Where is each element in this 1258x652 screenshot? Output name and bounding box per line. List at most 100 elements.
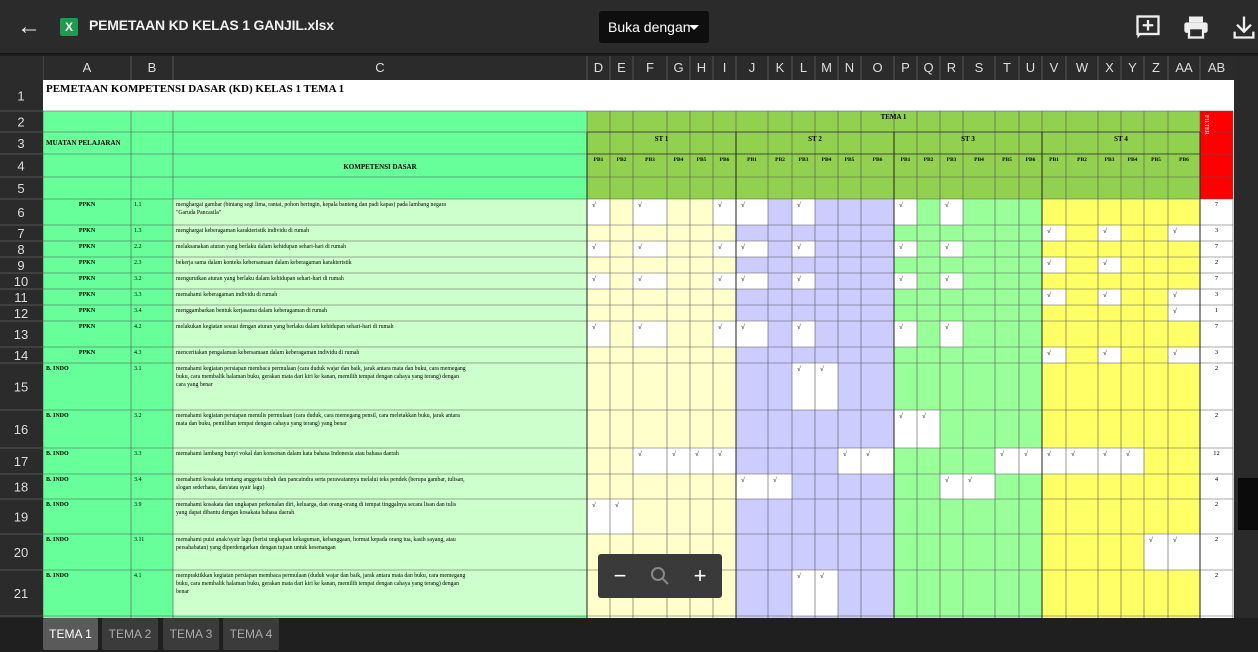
st-header: ST 1 bbox=[655, 135, 669, 143]
pb-cell bbox=[587, 321, 610, 347]
pb-cell bbox=[861, 225, 894, 241]
pb-cell bbox=[995, 347, 1019, 363]
pb-cell bbox=[1098, 289, 1121, 305]
pb-cell bbox=[894, 289, 917, 305]
pb-cell bbox=[815, 289, 838, 305]
pb-cell bbox=[1121, 363, 1144, 410]
pb-cell bbox=[667, 448, 690, 474]
filter-total: 2 bbox=[1215, 501, 1218, 508]
pb-cell bbox=[1066, 241, 1098, 257]
pb-cell bbox=[894, 241, 917, 257]
tab-tema-2[interactable]: TEMA 2 bbox=[102, 618, 158, 650]
pb-header: PB5 bbox=[845, 157, 855, 163]
kd-description: memahami lambang bunyi vokal dan konsona… bbox=[176, 451, 399, 457]
download-icon[interactable] bbox=[1230, 13, 1258, 41]
pb-cell bbox=[1019, 289, 1042, 305]
pb-cell bbox=[940, 534, 963, 570]
pb-cell bbox=[610, 347, 633, 363]
check-mark: √ bbox=[741, 476, 745, 484]
kd-number: 4.1 bbox=[134, 573, 142, 579]
pb-cell bbox=[940, 363, 963, 410]
kd-number: 3.1 bbox=[134, 366, 142, 372]
row-header-16: 16 bbox=[14, 422, 28, 437]
pb-cell bbox=[917, 305, 940, 321]
pb-cell bbox=[792, 570, 815, 616]
pb-cell bbox=[633, 474, 667, 499]
pb-cell bbox=[838, 289, 861, 305]
check-mark: √ bbox=[797, 323, 801, 331]
pb-cell bbox=[736, 289, 768, 305]
zoom-in-button[interactable]: + bbox=[680, 554, 720, 598]
zoom-out-button[interactable]: − bbox=[600, 554, 640, 598]
back-arrow-icon[interactable]: ← bbox=[14, 13, 44, 41]
pb-cell bbox=[1019, 499, 1042, 534]
spreadsheet-viewer[interactable]: A B C D E F G H I J K L M N O P Q R S T U V W X Y Z AA AB 1 2 3 4 5 6 7 8 9 1… bbox=[0, 56, 1258, 618]
pb-cell bbox=[917, 273, 940, 289]
print-icon[interactable] bbox=[1182, 13, 1210, 41]
pb-cell bbox=[792, 199, 815, 225]
pb-cell bbox=[1121, 347, 1144, 363]
pb-cell bbox=[633, 499, 667, 534]
pb-cell bbox=[768, 241, 792, 257]
check-mark: √ bbox=[1047, 450, 1051, 458]
pb-cell bbox=[768, 289, 792, 305]
tab-tema-1[interactable]: TEMA 1 bbox=[43, 618, 98, 650]
pb-cell bbox=[838, 347, 861, 363]
tab-tema-3[interactable]: TEMA 3 bbox=[163, 618, 219, 650]
pb-cell bbox=[995, 273, 1019, 289]
add-comment-icon[interactable] bbox=[1134, 13, 1162, 41]
kd-number: 3.3 bbox=[134, 451, 142, 457]
pb-cell bbox=[861, 363, 894, 410]
pb-cell bbox=[1121, 289, 1144, 305]
pb-cell bbox=[995, 305, 1019, 321]
pb-cell bbox=[1042, 241, 1066, 257]
muatan-pelajaran: PPKN bbox=[79, 244, 96, 250]
pb-cell bbox=[1144, 499, 1168, 534]
pb-header: PB5 bbox=[697, 157, 707, 163]
column-header-J: J bbox=[749, 60, 756, 75]
pb-cell bbox=[1042, 289, 1066, 305]
pb-cell bbox=[1121, 225, 1144, 241]
open-with-button[interactable]: Buka dengan bbox=[599, 11, 709, 43]
pb-cell bbox=[768, 474, 792, 499]
pb-cell bbox=[1098, 257, 1121, 273]
pb-cell bbox=[894, 321, 917, 347]
tab-tema-4[interactable]: TEMA 4 bbox=[223, 618, 279, 650]
pb-cell bbox=[736, 534, 768, 570]
pb-cell bbox=[713, 257, 736, 273]
pb-cell bbox=[1019, 347, 1042, 363]
pb-cell bbox=[917, 347, 940, 363]
pb-cell bbox=[1042, 305, 1066, 321]
pb-cell bbox=[610, 448, 633, 474]
pb-cell bbox=[587, 410, 610, 448]
pb-cell bbox=[894, 225, 917, 241]
pb-cell bbox=[1168, 273, 1200, 289]
header-block bbox=[43, 111, 587, 177]
pb-cell bbox=[690, 305, 713, 321]
pb-cell bbox=[1066, 305, 1098, 321]
pb-cell bbox=[815, 305, 838, 321]
check-mark: √ bbox=[945, 201, 949, 209]
column-header-Z: Z bbox=[1152, 60, 1160, 75]
top-toolbar: ← X PEMETAAN KD KELAS 1 GANJIL.xlsx Buka… bbox=[0, 0, 1258, 54]
pb-cell bbox=[894, 499, 917, 534]
pb-cell bbox=[1168, 474, 1200, 499]
pb-cell bbox=[1019, 225, 1042, 241]
pb-cell bbox=[1098, 410, 1121, 448]
row-header-6: 6 bbox=[17, 205, 24, 220]
check-mark: √ bbox=[1103, 291, 1107, 299]
pb-cell bbox=[995, 257, 1019, 273]
pb-cell bbox=[690, 199, 713, 225]
pb-cell bbox=[838, 257, 861, 273]
pb-cell bbox=[1066, 570, 1098, 616]
zoom-icon[interactable] bbox=[640, 554, 680, 598]
pb-cell bbox=[690, 225, 713, 241]
pb-cell bbox=[894, 257, 917, 273]
pb-cell bbox=[610, 273, 633, 289]
kd-description: bekerja sama dalam konteks kebersamaan d… bbox=[176, 260, 352, 266]
check-mark: √ bbox=[945, 323, 949, 331]
pb-cell bbox=[713, 321, 736, 347]
pb-cell bbox=[1042, 199, 1066, 225]
side-panel-handle[interactable] bbox=[1238, 478, 1258, 530]
check-mark: √ bbox=[1071, 450, 1075, 458]
